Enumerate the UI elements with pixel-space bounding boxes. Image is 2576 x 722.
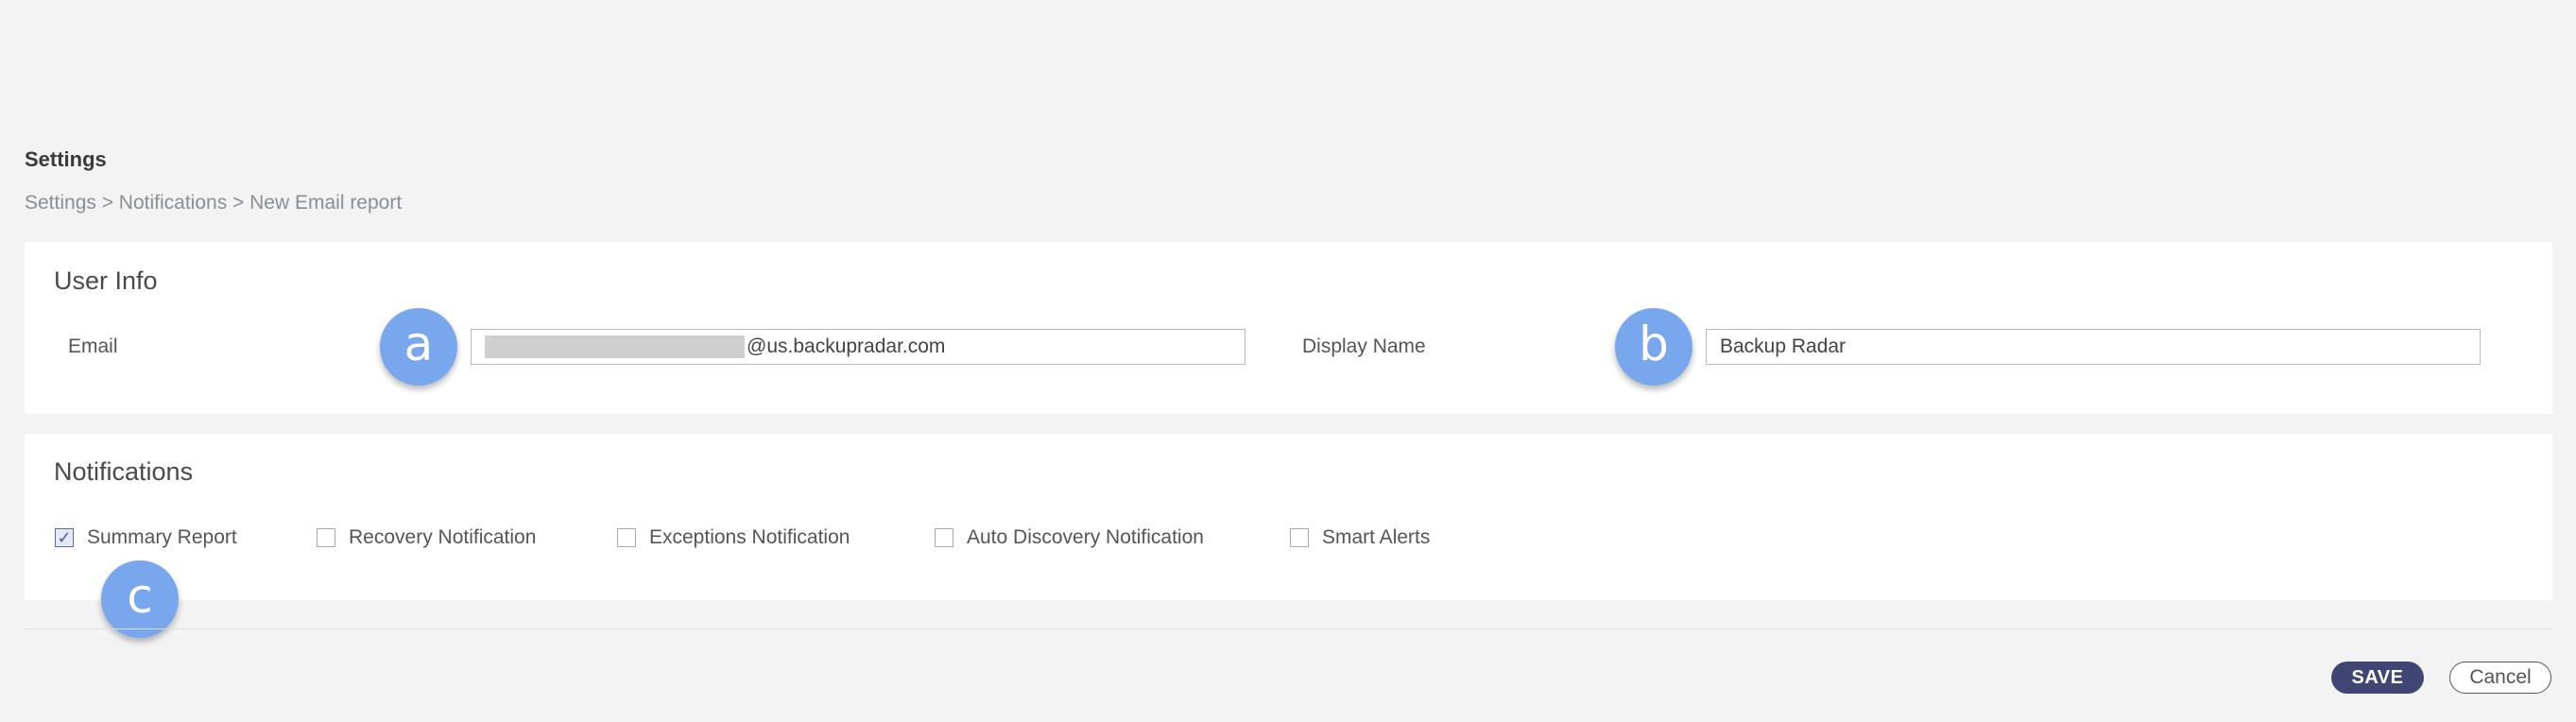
notifications-card: Notifications ✓ Summary Report Recovery …: [25, 434, 2552, 600]
email-value: @us.backupradar.com: [747, 335, 946, 357]
summary-report-label: Summary Report: [87, 526, 237, 548]
breadcrumb: Settings > Notifications > New Email rep…: [25, 192, 403, 214]
notifications-title: Notifications: [54, 457, 194, 486]
email-field[interactable]: @us.backupradar.com: [471, 329, 1245, 365]
footer-divider: [25, 628, 2552, 629]
summary-report-checkbox[interactable]: ✓: [55, 528, 74, 547]
summary-report-option[interactable]: ✓ Summary Report: [55, 526, 237, 549]
user-info-title: User Info: [54, 266, 158, 295]
display-name-field[interactable]: Backup Radar: [1706, 329, 2481, 365]
redacted-email-prefix: [485, 335, 745, 358]
exceptions-notification-checkbox[interactable]: [617, 528, 636, 547]
display-name-value: Backup Radar: [1720, 335, 1846, 357]
auto-discovery-notification-label: Auto Discovery Notification: [967, 526, 1204, 548]
cancel-button[interactable]: Cancel: [2449, 662, 2551, 694]
recovery-notification-label: Recovery Notification: [349, 526, 537, 548]
exceptions-notification-option[interactable]: Exceptions Notification: [617, 526, 850, 549]
save-button[interactable]: SAVE: [2331, 662, 2424, 694]
auto-discovery-notification-option[interactable]: Auto Discovery Notification: [935, 526, 1204, 549]
recovery-notification-option[interactable]: Recovery Notification: [317, 526, 536, 549]
email-label: Email: [68, 335, 118, 357]
smart-alerts-option[interactable]: Smart Alerts: [1290, 526, 1430, 549]
auto-discovery-notification-checkbox[interactable]: [935, 528, 953, 547]
exceptions-notification-label: Exceptions Notification: [649, 526, 850, 548]
display-name-label: Display Name: [1302, 335, 1426, 357]
page-title: Settings: [25, 147, 107, 171]
smart-alerts-label: Smart Alerts: [1322, 526, 1431, 548]
recovery-notification-checkbox[interactable]: [317, 528, 335, 547]
annotation-badge-c: c: [101, 560, 179, 638]
annotation-badge-a: a: [380, 308, 457, 386]
smart-alerts-checkbox[interactable]: [1290, 528, 1309, 547]
annotation-badge-b: b: [1615, 308, 1692, 386]
